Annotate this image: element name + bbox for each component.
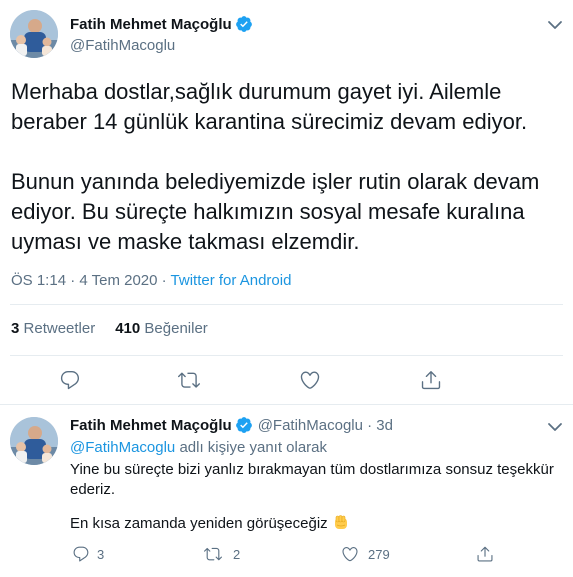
chevron-down-icon[interactable]: [545, 18, 565, 32]
retweet-count: 2: [233, 547, 241, 562]
tweet-meta: ÖS 1:14 · 4 Tem 2020 · Twitter for Andro…: [11, 272, 291, 289]
divider: [10, 355, 563, 356]
author-display-name[interactable]: Fatih Mehmet Maçoğlu: [70, 16, 232, 33]
reply-count: 3: [97, 547, 105, 562]
verified-badge-icon: [235, 416, 253, 434]
author-handle[interactable]: @FatihMacoglu: [70, 37, 175, 54]
replying-to: @FatihMacoglu adlı kişiye yanıt olarak: [70, 439, 327, 456]
heart-icon[interactable]: [341, 545, 359, 563]
avatar-photo: [10, 417, 58, 465]
tweet-source-link[interactable]: Twitter for Android: [171, 272, 292, 289]
reply-mention-link[interactable]: @FatihMacoglu: [70, 439, 175, 456]
main-tweet: Fatih Mehmet Maçoğlu @FatihMacoglu Merha…: [0, 0, 573, 404]
retweets-stat[interactable]: 3 Retweetler: [11, 320, 95, 337]
reply-author-handle-time[interactable]: @FatihMacoglu · 3d: [258, 417, 393, 434]
share-icon[interactable]: [420, 369, 442, 391]
reply-author-display-name[interactable]: Fatih Mehmet Maçoğlu: [70, 417, 232, 434]
chevron-down-icon[interactable]: [545, 420, 565, 434]
author-name-row[interactable]: Fatih Mehmet Maçoğlu: [70, 15, 253, 33]
avatar[interactable]: [10, 417, 58, 465]
likes-label: Beğeniler: [144, 320, 208, 337]
verified-badge-icon: [235, 15, 253, 33]
retweets-count: 3: [11, 320, 20, 337]
reply-icon[interactable]: [72, 545, 90, 563]
tweet-timestamp[interactable]: ÖS 1:14 · 4 Tem 2020 ·: [11, 272, 171, 289]
divider: [10, 304, 563, 305]
avatar-photo: [10, 10, 58, 58]
tweet-separator: [0, 404, 573, 405]
heart-icon[interactable]: [299, 369, 321, 391]
reply-text-paragraph: En kısa zamanda yeniden görüşeceğiz: [70, 514, 350, 532]
reply-text: Yine bu süreçte bizi yanlız bırakmayan t…: [70, 461, 554, 498]
tweet-stats: 3 Retweetler 410 Beğeniler: [11, 320, 208, 337]
share-icon[interactable]: [476, 545, 494, 563]
retweet-icon[interactable]: [204, 545, 222, 563]
fist-emoji-icon: [332, 514, 350, 532]
likes-count: 410: [115, 320, 141, 337]
likes-stat[interactable]: 410 Beğeniler: [115, 320, 208, 337]
retweets-label: Retweetler: [23, 320, 96, 337]
reply-author-row[interactable]: Fatih Mehmet Maçoğlu @FatihMacoglu · 3d: [70, 416, 393, 434]
tweet-text: Merhaba dostlar,sağlık durumum gayet iyi…: [11, 79, 540, 254]
reply-text-line: En kısa zamanda yeniden görüşeceğiz: [70, 514, 328, 532]
like-count: 279: [368, 547, 390, 562]
reply-icon[interactable]: [59, 369, 81, 391]
avatar[interactable]: [10, 10, 58, 58]
retweet-icon[interactable]: [178, 369, 200, 391]
replying-to-label: adlı kişiye yanıt olarak: [175, 439, 328, 456]
